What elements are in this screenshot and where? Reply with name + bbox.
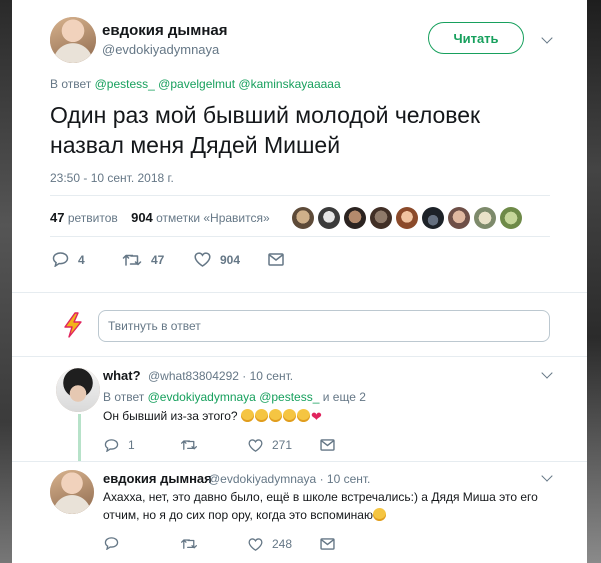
heart-icon (248, 438, 263, 452)
like-action[interactable]: 904 (194, 252, 240, 267)
mention-link[interactable]: @kaminskayaaaaa (238, 77, 340, 91)
reply-compose-input[interactable]: Твитнуть в ответ (98, 310, 550, 342)
message-action[interactable] (320, 538, 335, 550)
background-left (0, 0, 12, 563)
like-action[interactable]: 248 (248, 537, 292, 551)
reply-avatar[interactable] (50, 470, 94, 514)
author-avatar[interactable] (50, 17, 96, 63)
mail-icon (320, 439, 335, 451)
retweet-icon (180, 440, 198, 450)
liker-avatar[interactable] (318, 207, 340, 229)
mail-icon (268, 253, 284, 266)
heart-icon (194, 252, 211, 267)
tears-of-joy-emoji-icon (240, 409, 311, 423)
message-action[interactable] (268, 253, 284, 266)
likes-count[interactable]: 904 (131, 210, 153, 225)
retweets-label[interactable]: ретвитов (68, 211, 118, 225)
chevron-down-icon[interactable] (541, 32, 553, 44)
retweet-action[interactable]: 47 (122, 252, 164, 267)
author-name[interactable]: евдокия дымная (102, 22, 227, 39)
reply-count: 1 (128, 438, 135, 452)
tweet-timestamp[interactable]: 23:50 - 10 сент. 2018 г. (50, 171, 174, 185)
heart-icon (248, 537, 263, 551)
liker-avatar[interactable] (396, 207, 418, 229)
reply-author-name[interactable]: what? (103, 368, 141, 383)
mention-link[interactable]: @evdokiyadymnaya (148, 390, 256, 404)
reply-icon (104, 438, 119, 452)
follow-button[interactable]: Читать (428, 22, 524, 54)
reply-author-handle[interactable]: @evdokiyadymnaya (208, 472, 316, 486)
reply-date[interactable]: · 10 сент. (320, 472, 371, 486)
reply-to-prefix: В ответ (50, 77, 92, 91)
reply-to-prefix: В ответ (103, 390, 145, 404)
reply-text: Ахахха, нет, это давно было, ещё в школе… (103, 488, 563, 524)
tears-of-joy-emoji-icon (372, 508, 386, 521)
reply-date[interactable]: · 10 сент. (242, 369, 293, 383)
mention-link[interactable]: @pestess_ (259, 390, 319, 404)
divider (50, 195, 550, 196)
reply-icon (104, 537, 119, 550)
author-handle[interactable]: @evdokiyadymnaya (102, 42, 219, 57)
reply-icon (52, 252, 69, 267)
reply-author-meta: @evdokiyadymnaya · 10 сент. (208, 472, 370, 486)
mail-icon (320, 538, 335, 550)
tweet-card: евдокия дымная @evdokiyadymnaya Читать В… (12, 0, 587, 563)
retweet-count: 47 (151, 252, 165, 267)
liker-avatar[interactable] (422, 207, 444, 229)
retweet-action[interactable] (180, 537, 198, 550)
reply-to-line: В ответ @pestess_ @pavelgelmut @kaminska… (50, 77, 341, 91)
chevron-down-icon[interactable] (541, 367, 553, 379)
likes-label[interactable]: отметки «Нравится» (156, 211, 270, 225)
mention-link[interactable]: @pestess_ (95, 77, 155, 91)
lightning-icon (61, 312, 85, 338)
reply-author-handle[interactable]: @what83804292 (148, 369, 239, 383)
liker-avatar[interactable] (474, 207, 496, 229)
reply-text-content: Он бывший из-за этого? (103, 409, 238, 423)
retweets-count[interactable]: 47 (50, 210, 64, 225)
likers-avatars (292, 207, 526, 229)
reply-to-line: В ответ @evdokiyadymnaya @pestess_ и еще… (103, 390, 366, 404)
divider (50, 236, 550, 237)
like-action[interactable]: 271 (248, 438, 292, 452)
reply-text-line-2: отчим, но я до сих пор ору, когда это вс… (103, 506, 563, 524)
retweet-action[interactable] (180, 438, 198, 451)
liker-avatar[interactable] (344, 207, 366, 229)
divider (12, 356, 587, 357)
mention-link[interactable]: @pavelgelmut (158, 77, 235, 91)
background-right (587, 0, 601, 563)
divider (12, 461, 587, 462)
reply-author-name[interactable]: евдокия дымная (103, 471, 212, 486)
liker-avatar[interactable] (500, 207, 522, 229)
chevron-down-icon[interactable] (541, 470, 553, 482)
liker-avatar[interactable] (370, 207, 392, 229)
tweet-text: Один раз мой бывший молодой человек назв… (50, 102, 481, 158)
thread-connector (78, 414, 81, 462)
reply-author-meta: @what83804292 · 10 сент. (148, 369, 293, 383)
reply-action[interactable]: 1 (104, 438, 135, 452)
reply-action[interactable]: 4 (52, 252, 85, 267)
retweet-icon (122, 254, 142, 266)
retweet-icon (180, 539, 198, 549)
message-action[interactable] (320, 439, 335, 451)
like-count: 248 (272, 537, 293, 551)
like-count: 271 (272, 438, 293, 452)
reply-text: Он бывший из-за этого? ❤ (103, 407, 322, 426)
reply-avatar[interactable] (56, 368, 100, 412)
liker-avatar[interactable] (292, 207, 314, 229)
reply-to-suffix[interactable]: и еще 2 (323, 390, 366, 404)
red-heart-emoji-icon: ❤ (310, 409, 322, 424)
divider (12, 292, 587, 293)
reply-action[interactable] (104, 537, 119, 550)
like-count: 904 (220, 252, 241, 267)
reply-text-line: Ахахха, нет, это давно было, ещё в школе… (103, 490, 538, 504)
tweet-stats: 47 ретвитов 904 отметки «Нравится» (50, 210, 270, 225)
liker-avatar[interactable] (448, 207, 470, 229)
reply-count: 4 (78, 252, 85, 267)
